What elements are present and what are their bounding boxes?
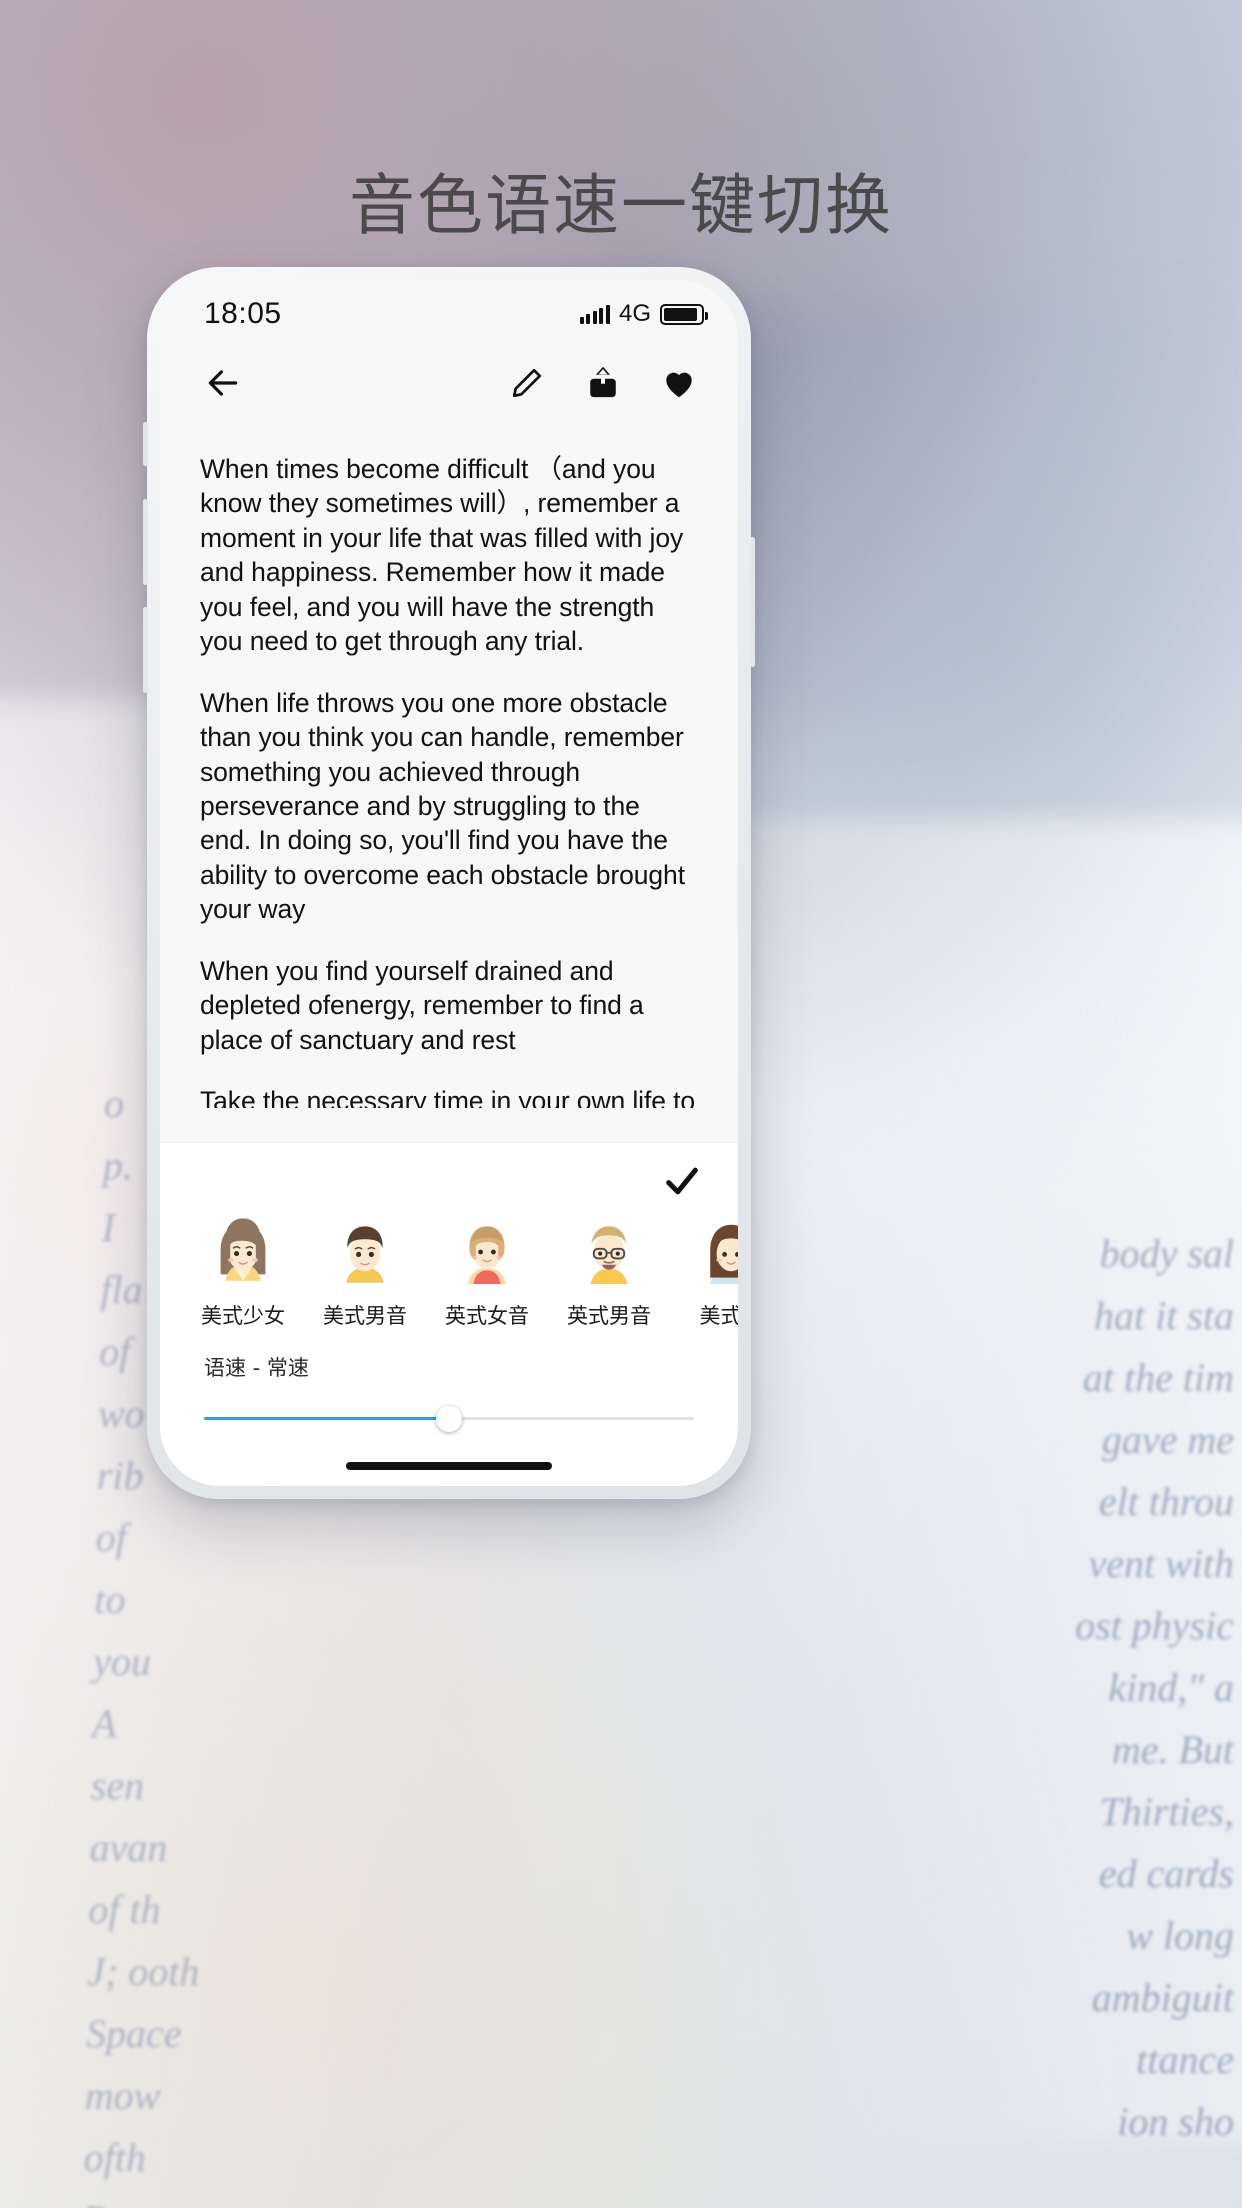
avatar-young-man [346,1226,384,1283]
phone-volume-down-button[interactable] [143,607,148,693]
arrow-left-icon [208,370,238,396]
background-ghost-line: kind," a [1108,1665,1234,1710]
background-ghost-line: mow [84,2073,161,2118]
app-toolbar [160,340,738,426]
background-ghost-line: you [93,1639,151,1684]
phone-power-button[interactable] [750,537,755,667]
background-ghost-line: elt throu [1098,1479,1234,1524]
avatar-woman-dark-hair [710,1224,738,1284]
voice-option[interactable]: 美式叙 [670,1212,738,1330]
avatar-girl-long-hair [220,1218,266,1281]
confirm-row [160,1143,738,1206]
background-ghost-line: body sal [1099,1231,1234,1276]
background-ghost-line: I [101,1205,115,1250]
share-upload-icon [590,366,616,398]
background-ghost-line: w long [1126,1913,1234,1958]
background-ghost-line: avan [89,1825,168,1870]
background-ghost-line: of [95,1515,127,1560]
background-ghost-line: ost physic [1075,1603,1234,1648]
background-ghost-line: J; ooth [87,1949,200,1994]
favorite-button[interactable] [650,354,708,412]
speed-slider[interactable] [204,1406,694,1432]
slider-fill [204,1417,449,1420]
phone-volume-up-button[interactable] [143,499,148,585]
signal-bars-icon [579,304,610,324]
pencil-icon [512,368,542,398]
background-ghost-line: wo [98,1391,145,1436]
background-ghost-line: fla [100,1267,143,1312]
network-type-label: 4G [618,300,651,327]
article-body[interactable]: When times become difficult （and you kno… [160,426,738,1108]
status-time: 18:05 [204,297,282,330]
background-ghost-line: o [104,1081,124,1126]
background-ghost-line: of [99,1329,131,1374]
voice-label: 美式男音 [323,1304,407,1328]
background-ghost-line: rib [96,1453,144,1498]
phone-screen: 18:05 4G When times become difficult （an… [160,280,738,1486]
background-ghost-line: ttance [1136,2037,1234,2082]
background-ghost-line: sen [90,1763,145,1808]
voice-label: 美式少女 [201,1304,285,1328]
background-ghost-line: Space [86,2011,182,2056]
page-title: 音色语速一键切换 [349,167,893,244]
article-paragraph: Take the necessary time in your own life… [200,1086,696,1108]
background-ghost-line: ed cards [1098,1851,1234,1896]
voice-label: 英式男音 [567,1304,651,1328]
background-ghost-line: me. But [1111,1727,1234,1772]
background-ghost-line: to [94,1577,126,1622]
background-ghost-line: ion sho [1117,2099,1234,2144]
background-ghost-line: ambiguit [1091,1975,1234,2020]
voice-label: 英式女音 [445,1304,529,1328]
voice-label: 美式叙 [699,1304,739,1328]
background-ghost-line: gave me [1101,1417,1234,1462]
voice-option[interactable]: 美式少女 [182,1212,304,1330]
background-ghost-line: p. [102,1143,133,1188]
confirm-button[interactable] [662,1161,702,1206]
background-ghost-line: Thirties, [1099,1789,1234,1834]
article-paragraph: When you find yourself drained and deple… [200,955,644,1055]
check-icon [666,1167,698,1195]
voice-option[interactable]: 美式男音 [304,1212,426,1330]
home-indicator[interactable] [346,1462,552,1470]
voice-settings-panel: 美式少女 美式男音 英式女音 英式男音 美式 语速 - 常速 [160,1142,738,1486]
battery-full-icon [660,303,708,325]
edit-button[interactable] [498,354,556,412]
phone-mockup: 18:05 4G When times become difficult （an… [143,267,755,1499]
slider-knob[interactable] [436,1406,462,1432]
article-paragraph: When times become difficult （and you kno… [200,454,684,657]
background-ghost-line: vent with [1088,1541,1234,1586]
avatar-woman-red-top [467,1226,507,1284]
status-bar: 18:05 4G [160,280,738,340]
article-paragraph: When life throws you one more obstacle t… [200,687,685,925]
avatar-man-glasses [590,1226,628,1284]
voice-option[interactable]: 英式女音 [426,1212,548,1330]
back-button[interactable] [194,354,252,412]
share-button[interactable] [574,354,632,412]
background-ghost-line: at the tim [1082,1355,1234,1400]
background-ghost-line: of th [88,1887,161,1932]
voice-list[interactable]: 美式少女 美式男音 英式女音 英式男音 美式 [160,1206,738,1330]
background-ghost-line: ofth [83,2135,146,2180]
background-ghost-line: Pear [82,2196,160,2208]
speed-label: 语速 - 常速 [204,1356,309,1380]
background-ghost-line: A [92,1701,117,1746]
heart-filled-icon [666,372,692,398]
background-ghost-line: hat it sta [1093,1293,1234,1338]
phone-mute-button[interactable] [143,422,148,466]
voice-option[interactable]: 英式男音 [548,1212,670,1330]
